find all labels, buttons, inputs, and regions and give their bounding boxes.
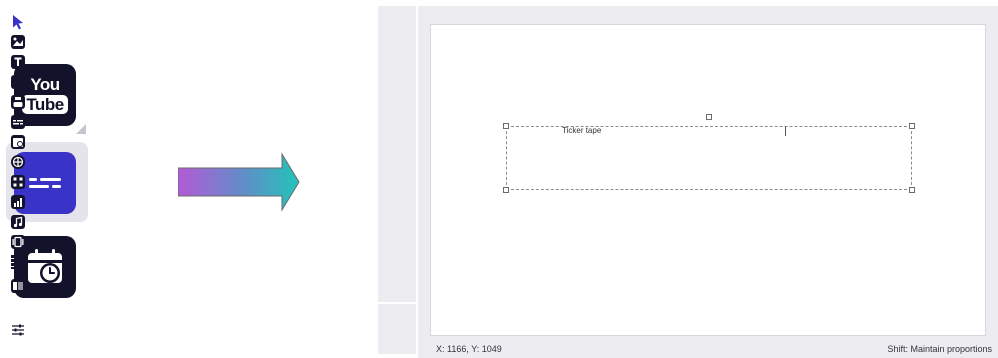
- ticker-tape-glyph: [29, 178, 61, 188]
- rotate-handle[interactable]: [706, 114, 712, 120]
- resize-handle-top-right[interactable]: [909, 123, 915, 129]
- resize-handle-top-left[interactable]: [503, 123, 509, 129]
- globe-icon[interactable]: [10, 154, 26, 170]
- cursor-coordinates: X: 1166, Y: 1049: [436, 344, 502, 354]
- resize-handle-bottom-left[interactable]: [503, 187, 509, 193]
- text-cursor: [785, 126, 786, 136]
- qr-code-icon[interactable]: [10, 174, 26, 190]
- stage: You Tube Ticker tape X: 1166, Y: 1049 Sh…: [0, 0, 998, 358]
- chart-icon[interactable]: [10, 194, 26, 210]
- resize-handle-bottom-right[interactable]: [909, 187, 915, 193]
- image-icon[interactable]: [10, 34, 26, 50]
- shift-hint: Shift: Maintain proportions: [887, 344, 992, 354]
- ticker-tape-label: Ticker tape: [562, 126, 602, 135]
- calendar-clock-icon[interactable]: [10, 134, 26, 150]
- toolbar-divider: [378, 302, 416, 304]
- slideshow-icon[interactable]: [10, 234, 26, 250]
- ticker-tape-element[interactable]: [506, 126, 912, 190]
- youtube-tube-text: Tube: [22, 95, 68, 114]
- music-icon[interactable]: [10, 214, 26, 230]
- pointer-icon[interactable]: [10, 14, 26, 30]
- youtube-you-text: You: [30, 75, 60, 94]
- calendar-clock-glyph: [28, 249, 62, 283]
- shape-icon[interactable]: [10, 74, 26, 90]
- ticker-tape-icon[interactable]: [10, 114, 26, 130]
- transition-arrow: [178, 152, 300, 212]
- pdf-icon[interactable]: [10, 278, 26, 294]
- settings-sliders-icon[interactable]: [10, 322, 26, 338]
- text-icon[interactable]: [10, 54, 26, 70]
- submenu-corner-indicator: [76, 124, 86, 134]
- grid-icon[interactable]: [10, 254, 26, 270]
- youtube-icon[interactable]: [10, 94, 26, 110]
